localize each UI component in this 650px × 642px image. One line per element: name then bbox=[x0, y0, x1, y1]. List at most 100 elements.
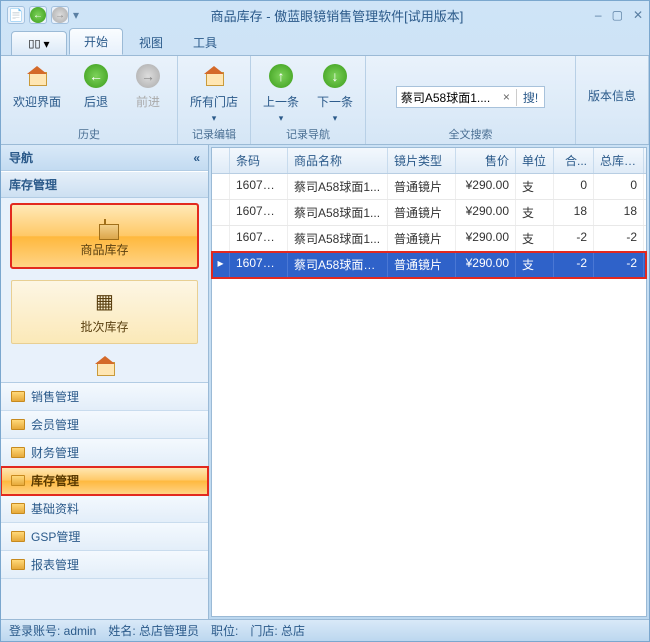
cell-b: 18 bbox=[594, 200, 644, 225]
tab-start[interactable]: 开始 bbox=[69, 28, 123, 55]
grid-rows: 160714... 蔡司A58球面1... 普通镜片 ¥290.00 支 0 0… bbox=[212, 174, 646, 278]
cell-unit: 支 bbox=[516, 200, 554, 225]
row-indicator bbox=[212, 226, 230, 251]
nav-item-finance[interactable]: 财务管理 bbox=[1, 439, 208, 467]
nav-item-reports[interactable]: 报表管理 bbox=[1, 551, 208, 579]
cell-b: -2 bbox=[594, 252, 644, 277]
ribbon-group-history: 欢迎界面 ←后退 →前进 历史 bbox=[1, 56, 178, 144]
allstores-button[interactable]: 所有门店▾ bbox=[186, 60, 242, 126]
col-a[interactable]: 合... bbox=[554, 148, 594, 173]
nav-item-sales[interactable]: 销售管理 bbox=[1, 383, 208, 411]
ribbon-group-search: × 搜! 全文搜索 bbox=[366, 56, 576, 144]
col-selector[interactable] bbox=[212, 148, 230, 173]
group-search-label: 全文搜索 bbox=[374, 126, 567, 142]
cell-name: 蔡司A58球面1... bbox=[288, 200, 388, 225]
ribbon-tabs: ▯▯▾ 开始 视图 工具 bbox=[1, 29, 649, 55]
search-input[interactable] bbox=[397, 90, 497, 104]
forward-label: 前进 bbox=[136, 93, 160, 110]
cell-price: ¥290.00 bbox=[456, 174, 516, 199]
collapse-icon[interactable]: « bbox=[193, 151, 200, 165]
cell-price: ¥290.00 bbox=[456, 200, 516, 225]
tile-product-stock[interactable]: 商品库存 bbox=[11, 204, 198, 268]
cell-price: ¥290.00 bbox=[456, 252, 516, 277]
grid-header: 条码 商品名称 镜片类型 售价 单位 合... 总库存... bbox=[212, 148, 646, 174]
maximize-button[interactable]: ▢ bbox=[612, 8, 623, 22]
batch-icon: ▦ bbox=[95, 289, 114, 314]
search-box: × 搜! bbox=[396, 86, 545, 108]
search-button[interactable]: 搜! bbox=[516, 89, 544, 106]
back-label: 后退 bbox=[84, 93, 108, 110]
app-menu-tab[interactable]: ▯▯▾ bbox=[11, 31, 67, 55]
col-price[interactable]: 售价 bbox=[456, 148, 516, 173]
group-history-label: 历史 bbox=[9, 126, 169, 142]
nav-item-members[interactable]: 会员管理 bbox=[1, 411, 208, 439]
table-row[interactable]: ▸ 160714... 蔡司A58球面1.... 普通镜片 ¥290.00 支 … bbox=[212, 252, 646, 278]
cell-unit: 支 bbox=[516, 226, 554, 251]
group-version-label bbox=[584, 130, 640, 142]
status-store: 门店: 总店 bbox=[250, 622, 305, 639]
cell-b: -2 bbox=[594, 226, 644, 251]
nav-item-basedata[interactable]: 基础资料 bbox=[1, 495, 208, 523]
back-button[interactable]: ←后退 bbox=[75, 60, 117, 112]
group-nav-label: 记录导航 bbox=[259, 126, 357, 142]
qat-back-icon[interactable]: ← bbox=[29, 6, 47, 24]
nav-item-gsp[interactable]: GSP管理 bbox=[1, 523, 208, 551]
minimize-button[interactable]: – bbox=[595, 8, 602, 22]
allstores-label: 所有门店 bbox=[190, 93, 238, 110]
cell-name: 蔡司A58球面1.... bbox=[288, 252, 388, 277]
tab-tools[interactable]: 工具 bbox=[179, 30, 231, 55]
table-row[interactable]: 160714... 蔡司A58球面1... 普通镜片 ¥290.00 支 -2 … bbox=[212, 226, 646, 252]
nav-section-header[interactable]: 库存管理 bbox=[1, 171, 208, 198]
welcome-button[interactable]: 欢迎界面 bbox=[9, 60, 65, 112]
table-row[interactable]: 160714... 蔡司A58球面1... 普通镜片 ¥290.00 支 18 … bbox=[212, 200, 646, 226]
cell-a: -2 bbox=[554, 252, 594, 277]
dropdown-icon: ▾ bbox=[333, 113, 338, 124]
table-row[interactable]: 160714... 蔡司A58球面1... 普通镜片 ¥290.00 支 0 0 bbox=[212, 174, 646, 200]
cell-price: ¥290.00 bbox=[456, 226, 516, 251]
col-unit[interactable]: 单位 bbox=[516, 148, 554, 173]
data-grid: 条码 商品名称 镜片类型 售价 单位 合... 总库存... 160714...… bbox=[211, 147, 647, 617]
row-indicator bbox=[212, 174, 230, 199]
statusbar: 登录账号: admin 姓名: 总店管理员 职位: 门店: 总店 bbox=[1, 619, 649, 641]
row-indicator: ▸ bbox=[212, 252, 230, 277]
col-b[interactable]: 总库存... bbox=[594, 148, 644, 173]
home-shortcut[interactable] bbox=[1, 350, 208, 382]
next-label: 下一条 bbox=[317, 93, 353, 110]
close-button[interactable]: ✕ bbox=[633, 8, 643, 22]
nav-accordion: 销售管理 会员管理 财务管理 库存管理 基础资料 GSP管理 报表管理 bbox=[1, 382, 208, 579]
prev-button[interactable]: ↑上一条▾ bbox=[259, 60, 303, 126]
tile-batch-stock[interactable]: ▦批次库存 bbox=[11, 280, 198, 344]
row-indicator bbox=[212, 200, 230, 225]
ribbon-group-nav: ↑上一条▾ ↓下一条▾ 记录导航 bbox=[251, 56, 366, 144]
qat-forward-icon[interactable]: → bbox=[51, 6, 69, 24]
forward-button[interactable]: →前进 bbox=[127, 60, 169, 112]
window-title: 商品库存 - 傲蓝眼镜销售管理软件[试用版本] bbox=[79, 6, 595, 25]
cell-code: 160714... bbox=[230, 200, 288, 225]
group-edit-label: 记录编辑 bbox=[186, 126, 242, 142]
next-button[interactable]: ↓下一条▾ bbox=[313, 60, 357, 126]
col-code[interactable]: 条码 bbox=[230, 148, 288, 173]
status-role: 职位: bbox=[211, 622, 238, 639]
version-button[interactable]: 版本信息 bbox=[584, 60, 640, 130]
app-icon[interactable]: 📄 bbox=[7, 6, 25, 24]
window-buttons: – ▢ ✕ bbox=[595, 8, 643, 22]
cell-unit: 支 bbox=[516, 174, 554, 199]
cell-a: 18 bbox=[554, 200, 594, 225]
cell-unit: 支 bbox=[516, 252, 554, 277]
clear-search-icon[interactable]: × bbox=[497, 90, 516, 104]
welcome-label: 欢迎界面 bbox=[13, 93, 61, 110]
tile-product-label: 商品库存 bbox=[80, 241, 128, 258]
col-type[interactable]: 镜片类型 bbox=[388, 148, 456, 173]
cell-type: 普通镜片 bbox=[388, 200, 456, 225]
nav-item-inventory[interactable]: 库存管理 bbox=[1, 467, 208, 495]
col-name[interactable]: 商品名称 bbox=[288, 148, 388, 173]
ribbon: 欢迎界面 ←后退 →前进 历史 所有门店▾ 记录编辑 ↑上一条▾ ↓下一条▾ 记… bbox=[1, 55, 649, 145]
cell-type: 普通镜片 bbox=[388, 252, 456, 277]
titlebar: 📄 ← → ▾ 商品库存 - 傲蓝眼镜销售管理软件[试用版本] – ▢ ✕ bbox=[1, 1, 649, 29]
quick-access-toolbar: 📄 ← → ▾ bbox=[7, 6, 79, 24]
folder-icon bbox=[11, 559, 25, 570]
tab-view[interactable]: 视图 bbox=[125, 30, 177, 55]
body: 导航 « 库存管理 商品库存 ▦批次库存 销售管理 会员管理 财务管理 库存管理 … bbox=[1, 145, 649, 619]
cell-code: 160714... bbox=[230, 252, 288, 277]
nav-title: 导航 bbox=[9, 149, 33, 166]
